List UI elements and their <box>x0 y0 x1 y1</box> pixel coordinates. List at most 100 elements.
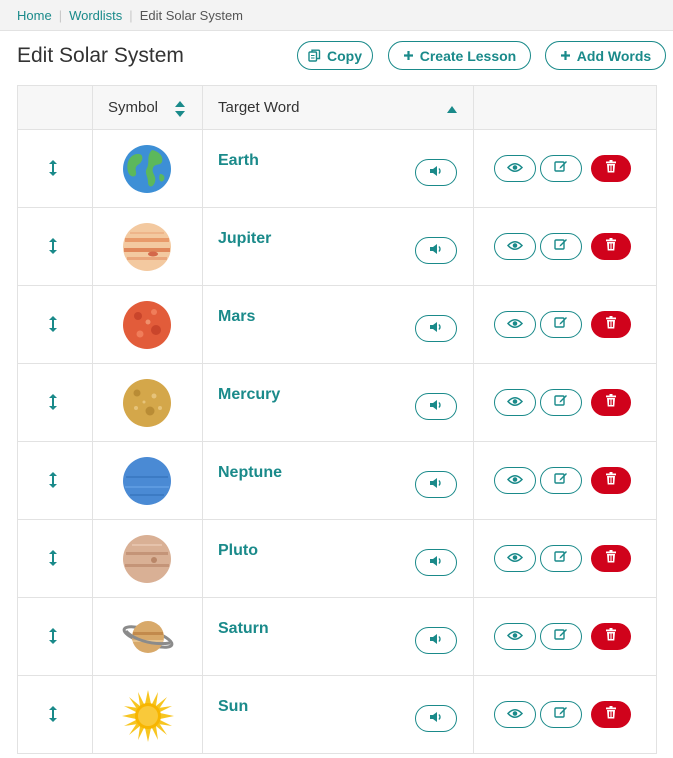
create-lesson-button[interactable]: Create Lesson <box>388 41 531 70</box>
eye-icon <box>506 316 524 334</box>
add-words-button[interactable]: Add Words <box>545 41 666 70</box>
breadcrumb-wordlists-link[interactable]: Wordlists <box>69 8 122 23</box>
column-divider <box>473 598 474 675</box>
delete-button[interactable] <box>591 155 631 182</box>
edit-icon <box>554 237 568 256</box>
edit-icon <box>554 549 568 568</box>
delete-button[interactable] <box>591 545 631 572</box>
column-divider <box>92 442 93 519</box>
speaker-icon <box>429 320 443 338</box>
column-divider <box>202 208 203 285</box>
add-words-label: Add Words <box>576 47 652 64</box>
breadcrumb-separator: | <box>129 7 133 23</box>
delete-button[interactable] <box>591 623 631 650</box>
target-word-link[interactable]: Saturn <box>218 620 269 638</box>
speaker-icon <box>429 242 443 260</box>
breadcrumb-current: Edit Solar System <box>139 7 244 23</box>
delete-button[interactable] <box>591 701 631 728</box>
drag-handle-icon[interactable] <box>49 628 57 649</box>
column-header-symbol[interactable]: Symbol <box>108 99 158 116</box>
eye-icon <box>506 238 524 256</box>
edit-icon <box>554 315 568 334</box>
delete-button[interactable] <box>591 311 631 338</box>
delete-button[interactable] <box>591 389 631 416</box>
target-word-link[interactable]: Pluto <box>218 542 258 560</box>
delete-button[interactable] <box>591 233 631 260</box>
copy-button-label: Copy <box>327 47 362 64</box>
view-button[interactable] <box>494 545 536 572</box>
target-word-link[interactable]: Earth <box>218 152 259 170</box>
edit-button[interactable] <box>540 233 582 260</box>
view-button[interactable] <box>494 701 536 728</box>
play-audio-button[interactable] <box>415 471 457 498</box>
edit-button[interactable] <box>540 389 582 416</box>
target-word-link[interactable]: Mercury <box>218 386 280 404</box>
column-divider <box>92 598 93 675</box>
table-row: Saturn <box>18 598 656 676</box>
column-divider <box>92 286 93 363</box>
play-audio-button[interactable] <box>415 237 457 264</box>
drag-handle-icon[interactable] <box>49 238 57 259</box>
view-button[interactable] <box>494 623 536 650</box>
column-header-target-word[interactable]: Target Word <box>218 99 299 116</box>
view-button[interactable] <box>494 233 536 260</box>
copy-icon <box>308 49 321 62</box>
copy-button[interactable]: Copy <box>297 41 373 70</box>
column-divider <box>473 286 474 363</box>
drag-handle-icon[interactable] <box>49 316 57 337</box>
target-word-link[interactable]: Mars <box>218 308 255 326</box>
earth-planet-icon <box>122 144 172 194</box>
sort-both-icon[interactable] <box>175 101 185 122</box>
play-audio-button[interactable] <box>415 159 457 186</box>
sort-ascending-icon[interactable] <box>447 100 457 118</box>
column-divider <box>92 676 93 753</box>
breadcrumb-home-link[interactable]: Home <box>17 8 52 23</box>
word-table: Symbol Target Word Earth Jupiter Mars Mercu… <box>17 85 657 754</box>
drag-handle-icon[interactable] <box>49 394 57 415</box>
column-divider <box>473 208 474 285</box>
edit-icon <box>554 393 568 412</box>
target-word-link[interactable]: Jupiter <box>218 230 271 248</box>
edit-button[interactable] <box>540 545 582 572</box>
trash-icon <box>605 159 617 178</box>
edit-icon <box>554 705 568 724</box>
column-divider <box>473 364 474 441</box>
target-word-link[interactable]: Neptune <box>218 464 282 482</box>
edit-button[interactable] <box>540 701 582 728</box>
target-word-link[interactable]: Sun <box>218 698 248 716</box>
edit-button[interactable] <box>540 155 582 182</box>
edit-button[interactable] <box>540 467 582 494</box>
eye-icon <box>506 550 524 568</box>
table-header: Symbol Target Word <box>18 85 656 130</box>
edit-button[interactable] <box>540 311 582 338</box>
breadcrumb-separator: | <box>58 7 63 23</box>
drag-handle-icon[interactable] <box>49 706 57 727</box>
column-divider <box>202 598 203 675</box>
plus-icon <box>560 50 571 61</box>
play-audio-button[interactable] <box>415 627 457 654</box>
view-button[interactable] <box>494 155 536 182</box>
play-audio-button[interactable] <box>415 393 457 420</box>
play-audio-button[interactable] <box>415 549 457 576</box>
view-button[interactable] <box>494 311 536 338</box>
trash-icon <box>605 627 617 646</box>
drag-handle-icon[interactable] <box>49 160 57 181</box>
trash-icon <box>605 705 617 724</box>
drag-handle-icon[interactable] <box>49 550 57 571</box>
table-row: Pluto <box>18 520 656 598</box>
drag-handle-icon[interactable] <box>49 472 57 493</box>
edit-button[interactable] <box>540 623 582 650</box>
table-row: Sun <box>18 676 656 754</box>
eye-icon <box>506 160 524 178</box>
table-row: Jupiter <box>18 208 656 286</box>
column-divider <box>92 86 93 129</box>
eye-icon <box>506 706 524 724</box>
view-button[interactable] <box>494 467 536 494</box>
delete-button[interactable] <box>591 467 631 494</box>
play-audio-button[interactable] <box>415 705 457 732</box>
column-divider <box>473 520 474 597</box>
speaker-icon <box>429 710 443 728</box>
view-button[interactable] <box>494 389 536 416</box>
edit-icon <box>554 471 568 490</box>
play-audio-button[interactable] <box>415 315 457 342</box>
